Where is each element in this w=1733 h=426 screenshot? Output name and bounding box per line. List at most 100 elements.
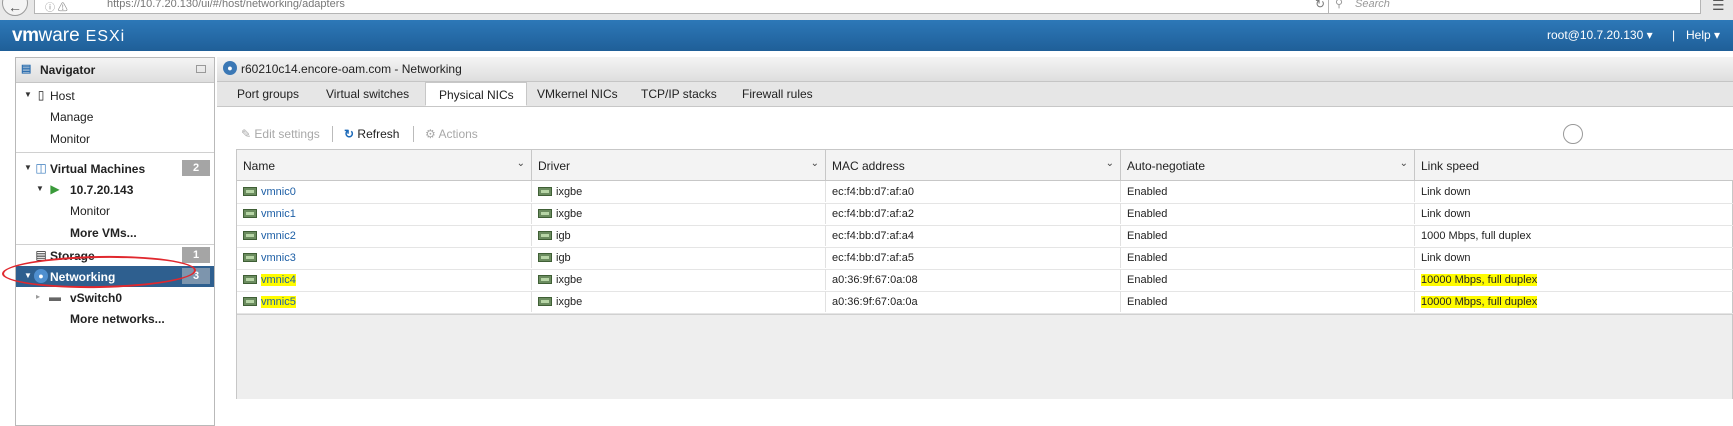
search-icon: ⚲ xyxy=(1335,0,1344,10)
nav-item-label: Virtual Machines xyxy=(50,162,146,176)
browser-toolbar: ← ⓘ ⚠ https://10.7.20.130/ui/#/host/netw… xyxy=(0,0,1733,21)
column-header-link-speed[interactable]: Link speed xyxy=(1415,150,1733,180)
column-label: Driver xyxy=(538,159,570,173)
tab-firewall-rules[interactable]: Firewall rules xyxy=(742,87,813,101)
networking-title-icon: ● xyxy=(223,61,237,75)
table-row[interactable]: vmnic5 ixgbe a0:36:9f:67:0a:0a Enabled 1… xyxy=(237,291,1733,314)
cell-driver: ixgbe xyxy=(532,291,826,312)
logo-ware: ware xyxy=(38,25,80,46)
navigator-header: ▤ Navigator xyxy=(16,58,214,83)
column-header-mac[interactable]: MAC address ⌄ xyxy=(826,150,1121,180)
cell-mac: ec:f4:bb:d7:af:a5 xyxy=(826,247,1121,268)
address-bar[interactable]: ⓘ ⚠ https://10.7.20.130/ui/#/host/networ… xyxy=(34,0,1334,14)
expand-right-icon[interactable]: ▸ xyxy=(36,292,40,301)
chevron-down-icon[interactable]: ⌄ xyxy=(1106,158,1114,169)
reload-icon[interactable]: ↻ xyxy=(1315,0,1325,11)
chevron-down-icon[interactable]: ⌄ xyxy=(811,158,819,169)
cell-driver: ixgbe xyxy=(532,203,826,224)
nic-name-link[interactable]: vmnic0 xyxy=(261,186,296,198)
link-speed-text: Link down xyxy=(1421,208,1471,220)
table-row[interactable]: vmnic0 ixgbe ec:f4:bb:d7:af:a0 Enabled L… xyxy=(237,181,1733,204)
nav-item-vm[interactable]: ▼ ▶ 10.7.20.143 xyxy=(16,179,214,200)
user-menu[interactable]: root@10.7.20.130 ▾ xyxy=(1547,28,1653,42)
page-title: r60210c14.encore-oam.com - Networking xyxy=(241,62,462,76)
mac-text: ec:f4:bb:d7:af:a5 xyxy=(832,252,914,264)
auto-negotiate-text: Enabled xyxy=(1127,296,1168,308)
driver-text: ixgbe xyxy=(556,296,583,308)
nav-item-monitor[interactable]: Monitor xyxy=(16,128,214,149)
browser-search-input[interactable]: ⚲ Search xyxy=(1328,0,1701,14)
actions-button[interactable]: ⚙ Actions xyxy=(425,127,478,141)
nav-item-more-vms[interactable]: More VMs... xyxy=(16,222,214,243)
nav-item-host[interactable]: ▼ ▯ Host xyxy=(16,85,214,106)
driver-icon xyxy=(538,275,552,284)
auto-negotiate-text: Enabled xyxy=(1127,208,1168,220)
driver-text: ixgbe xyxy=(556,186,583,198)
table-row[interactable]: vmnic3 igb ec:f4:bb:d7:af:a5 Enabled Lin… xyxy=(237,247,1733,270)
tab-port-groups[interactable]: Port groups xyxy=(237,87,299,101)
nic-name-link[interactable]: vmnic5 xyxy=(261,296,296,308)
cell-link-speed: Link down xyxy=(1415,203,1733,224)
expand-down-icon[interactable]: ▼ xyxy=(24,90,32,99)
cell-name: vmnic0 xyxy=(237,181,532,202)
mac-text: ec:f4:bb:d7:af:a0 xyxy=(832,186,914,198)
table-row[interactable]: vmnic2 igb ec:f4:bb:d7:af:a4 Enabled 100… xyxy=(237,225,1733,248)
tab-tcpip-stacks[interactable]: TCP/IP stacks xyxy=(641,87,717,101)
navigator-title: Navigator xyxy=(40,63,96,77)
driver-text: ixgbe xyxy=(556,208,583,220)
app-header: vmware ESXi root@10.7.20.130 ▾ | Help ▾ xyxy=(0,20,1733,51)
tab-physical-nics[interactable]: Physical NICs xyxy=(425,82,527,106)
nav-item-virtual-machines[interactable]: ▼ ◫ Virtual Machines 2 xyxy=(16,158,214,179)
column-header-driver[interactable]: Driver ⌄ xyxy=(532,150,826,180)
actions-label: Actions xyxy=(438,127,478,141)
refresh-button[interactable]: ↻ Refresh xyxy=(344,127,399,141)
column-header-auto-negotiate[interactable]: Auto-negotiate ⌄ xyxy=(1121,150,1415,180)
cell-auto-negotiate: Enabled xyxy=(1121,291,1415,312)
cell-name: vmnic1 xyxy=(237,203,532,224)
help-menu[interactable]: Help ▾ xyxy=(1686,28,1720,42)
column-label: MAC address xyxy=(832,159,905,173)
nic-icon xyxy=(243,209,257,218)
chevron-down-icon[interactable]: ⌄ xyxy=(517,158,525,169)
auto-negotiate-text: Enabled xyxy=(1127,186,1168,198)
menu-icon[interactable]: ☰ xyxy=(1712,0,1725,14)
nav-item-vm-monitor[interactable]: Monitor xyxy=(16,200,214,221)
cell-name: vmnic2 xyxy=(237,225,532,246)
nic-name-link[interactable]: vmnic3 xyxy=(261,252,296,264)
collapse-icon[interactable] xyxy=(196,65,206,73)
action-toolbar: ✎ Edit settings ↻ Refresh ⚙ Actions xyxy=(217,124,1733,144)
nav-divider xyxy=(16,152,214,153)
tab-virtual-switches[interactable]: Virtual switches xyxy=(326,87,409,101)
nav-item-vswitch[interactable]: ▸ ▬ vSwitch0 xyxy=(16,287,214,308)
cell-driver: ixgbe xyxy=(532,181,826,202)
nav-item-label: 10.7.20.143 xyxy=(70,183,134,197)
vmware-esxi-logo: vmware ESXi xyxy=(12,25,125,47)
mac-text: a0:36:9f:67:0a:0a xyxy=(832,296,918,308)
back-arrow-icon[interactable]: ← xyxy=(2,0,28,16)
table-row[interactable]: vmnic1 ixgbe ec:f4:bb:d7:af:a2 Enabled L… xyxy=(237,203,1733,226)
expand-down-icon[interactable]: ▼ xyxy=(24,163,32,172)
nic-name-link[interactable]: vmnic4 xyxy=(261,274,296,286)
nav-item-manage[interactable]: Manage xyxy=(16,106,214,127)
edit-settings-button[interactable]: ✎ Edit settings xyxy=(241,127,320,141)
table-row[interactable]: vmnic4 ixgbe a0:36:9f:67:0a:08 Enabled 1… xyxy=(237,269,1733,292)
tab-bar: Port groups Virtual switches Physical NI… xyxy=(217,82,1733,107)
tab-vmkernel-nics[interactable]: VMkernel NICs xyxy=(537,87,618,101)
driver-icon xyxy=(538,209,552,218)
count-badge: 2 xyxy=(182,160,210,176)
cell-link-speed: 10000 Mbps, full duplex xyxy=(1415,291,1733,312)
driver-icon xyxy=(538,253,552,262)
chevron-down-icon[interactable]: ⌄ xyxy=(1400,158,1408,169)
expand-down-icon[interactable]: ▼ xyxy=(36,184,44,193)
settings-round-icon[interactable] xyxy=(1563,124,1583,144)
nic-name-link[interactable]: vmnic2 xyxy=(261,230,296,242)
cell-mac: ec:f4:bb:d7:af:a2 xyxy=(826,203,1121,224)
nic-name-link[interactable]: vmnic1 xyxy=(261,208,296,220)
nav-item-more-networks[interactable]: More networks... xyxy=(16,308,214,329)
site-info-icon[interactable]: ⓘ ⚠ xyxy=(45,0,68,14)
link-speed-text: 10000 Mbps, full duplex xyxy=(1421,274,1538,286)
column-header-name[interactable]: Name ⌄ xyxy=(237,150,532,180)
url-text: https://10.7.20.130/ui/#/host/networking… xyxy=(107,0,345,10)
header-separator: | xyxy=(1672,28,1676,42)
mac-text: ec:f4:bb:d7:af:a2 xyxy=(832,208,914,220)
